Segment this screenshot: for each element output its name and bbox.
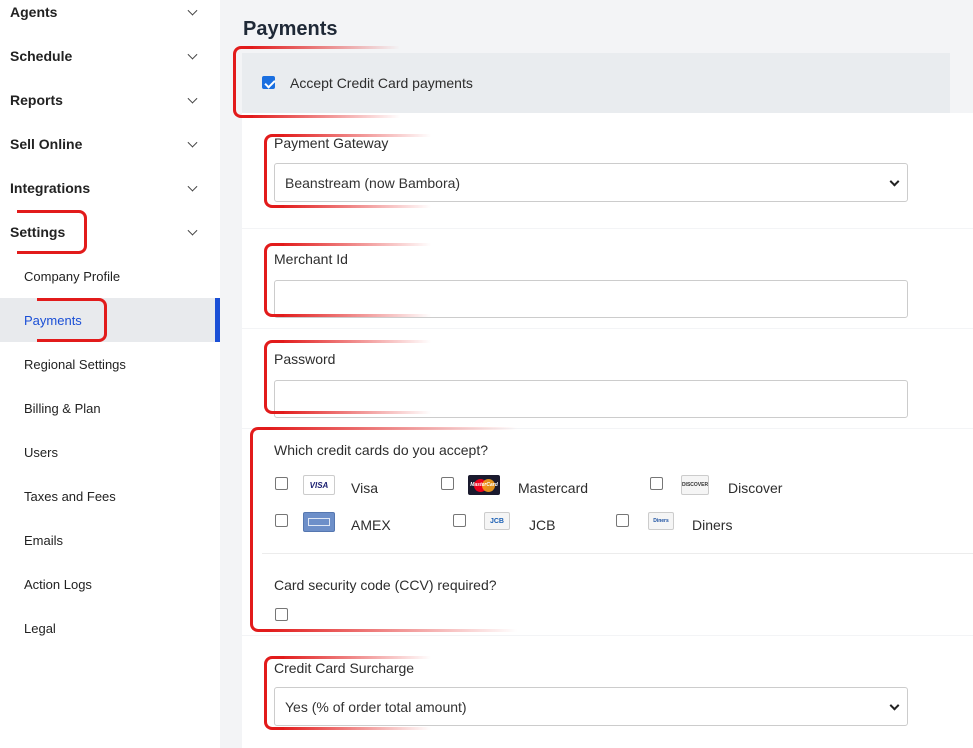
- section-divider: [262, 553, 973, 554]
- nav-agents[interactable]: Agents: [0, 0, 220, 34]
- merchant-id-input[interactable]: [274, 280, 908, 318]
- chevron-down-icon: [187, 5, 198, 16]
- nav-label: Schedule: [10, 48, 73, 64]
- discover-icon: DISCOVER: [681, 475, 709, 495]
- discover-checkbox[interactable]: [650, 477, 663, 490]
- nav-schedule[interactable]: Schedule: [0, 34, 220, 78]
- amex-logo-mark: [308, 518, 330, 526]
- payment-gateway-section: Payment Gateway Beanstream (now Bambora): [242, 113, 973, 228]
- sidebar-item-users[interactable]: Users: [0, 430, 220, 474]
- amex-checkbox[interactable]: [275, 514, 288, 527]
- credit-cards-section: Which credit cards do you accept? VISA V…: [242, 429, 973, 635]
- nav-reports[interactable]: Reports: [0, 78, 220, 122]
- credit-cards-question: Which credit cards do you accept?: [274, 442, 488, 458]
- sidebar-item-regional-settings[interactable]: Regional Settings: [0, 342, 220, 386]
- accept-credit-card-checkbox[interactable]: [262, 76, 275, 89]
- sidebar-item-label: Action Logs: [24, 576, 92, 592]
- nav-label: Settings: [10, 224, 66, 240]
- sidebar-item-label: Emails: [24, 532, 64, 548]
- password-input[interactable]: [274, 380, 908, 418]
- sidebar-item-label: Taxes and Fees: [24, 488, 116, 504]
- diners-checkbox[interactable]: [616, 514, 629, 527]
- sidebar-item-taxes-fees[interactable]: Taxes and Fees: [0, 474, 220, 518]
- nav-label: Reports: [10, 92, 63, 108]
- sidebar-item-payments[interactable]: Payments: [0, 298, 220, 342]
- jcb-checkbox[interactable]: [453, 514, 466, 527]
- visa-label: Visa: [351, 480, 378, 496]
- surcharge-value: Yes (% of order total amount): [285, 698, 467, 715]
- diners-icon: Diners: [648, 512, 674, 530]
- sidebar: Agents Schedule Reports Sell Online Inte…: [0, 0, 220, 748]
- sidebar-item-label: Payments: [24, 312, 82, 328]
- mastercard-checkbox[interactable]: [441, 477, 454, 490]
- mastercard-label: Mastercard: [518, 480, 589, 496]
- chevron-down-icon: [187, 181, 198, 192]
- sidebar-item-company-profile[interactable]: Company Profile: [0, 254, 220, 298]
- sidebar-item-label: Legal: [24, 620, 56, 636]
- chevron-down-icon: [187, 137, 198, 148]
- sidebar-item-label: Regional Settings: [24, 356, 126, 372]
- sidebar-item-label: Users: [24, 444, 58, 460]
- discover-label: Discover: [728, 480, 783, 496]
- sidebar-item-label: Company Profile: [24, 268, 121, 284]
- ccv-label: Card security code (CCV) required?: [274, 577, 497, 593]
- sidebar-item-label: Billing & Plan: [24, 400, 101, 416]
- chevron-down-icon: [889, 176, 900, 187]
- nav-label: Sell Online: [10, 136, 83, 152]
- mastercard-icon: MasterCard: [468, 475, 500, 495]
- nav-sell-online[interactable]: Sell Online: [0, 122, 220, 166]
- surcharge-select[interactable]: Yes (% of order total amount): [274, 687, 908, 726]
- visa-checkbox[interactable]: [275, 477, 288, 490]
- chevron-down-icon: [187, 225, 198, 236]
- chevron-down-icon: [187, 93, 198, 104]
- payment-gateway-select[interactable]: Beanstream (now Bambora): [274, 163, 908, 202]
- password-label: Password: [274, 351, 336, 367]
- visa-icon: VISA: [303, 475, 335, 495]
- sidebar-item-legal[interactable]: Legal: [0, 606, 220, 650]
- nav-integrations[interactable]: Integrations: [0, 166, 220, 210]
- password-section: Password: [242, 329, 973, 428]
- chevron-down-icon: [187, 49, 198, 60]
- main-content: Payments Accept Credit Card payments Pay…: [220, 0, 973, 748]
- ccv-checkbox[interactable]: [275, 608, 288, 621]
- accept-credit-card-row: Accept Credit Card payments: [242, 53, 950, 113]
- chevron-down-icon: [889, 700, 900, 711]
- sidebar-item-action-logs[interactable]: Action Logs: [0, 562, 220, 606]
- surcharge-section: Credit Card Surcharge Yes (% of order to…: [242, 636, 973, 748]
- sidebar-item-billing-plan[interactable]: Billing & Plan: [0, 386, 220, 430]
- jcb-label: JCB: [529, 517, 556, 533]
- merchant-id-label: Merchant Id: [274, 251, 348, 267]
- nav-settings[interactable]: Settings: [0, 210, 220, 254]
- sidebar-item-emails[interactable]: Emails: [0, 518, 220, 562]
- accept-credit-card-label: Accept Credit Card payments: [290, 75, 473, 91]
- payment-gateway-label: Payment Gateway: [274, 135, 389, 151]
- amex-icon: [303, 512, 335, 532]
- page-title: Payments: [243, 18, 338, 40]
- payment-gateway-value: Beanstream (now Bambora): [285, 174, 461, 191]
- amex-label: AMEX: [351, 517, 391, 533]
- nav-label: Integrations: [10, 180, 91, 196]
- jcb-icon: JCB: [484, 512, 510, 530]
- nav-label: Agents: [10, 4, 58, 20]
- diners-label: Diners: [692, 517, 733, 533]
- mastercard-logo-text: MasterCard: [470, 482, 498, 488]
- surcharge-label: Credit Card Surcharge: [274, 660, 415, 676]
- merchant-id-section: Merchant Id: [242, 229, 973, 328]
